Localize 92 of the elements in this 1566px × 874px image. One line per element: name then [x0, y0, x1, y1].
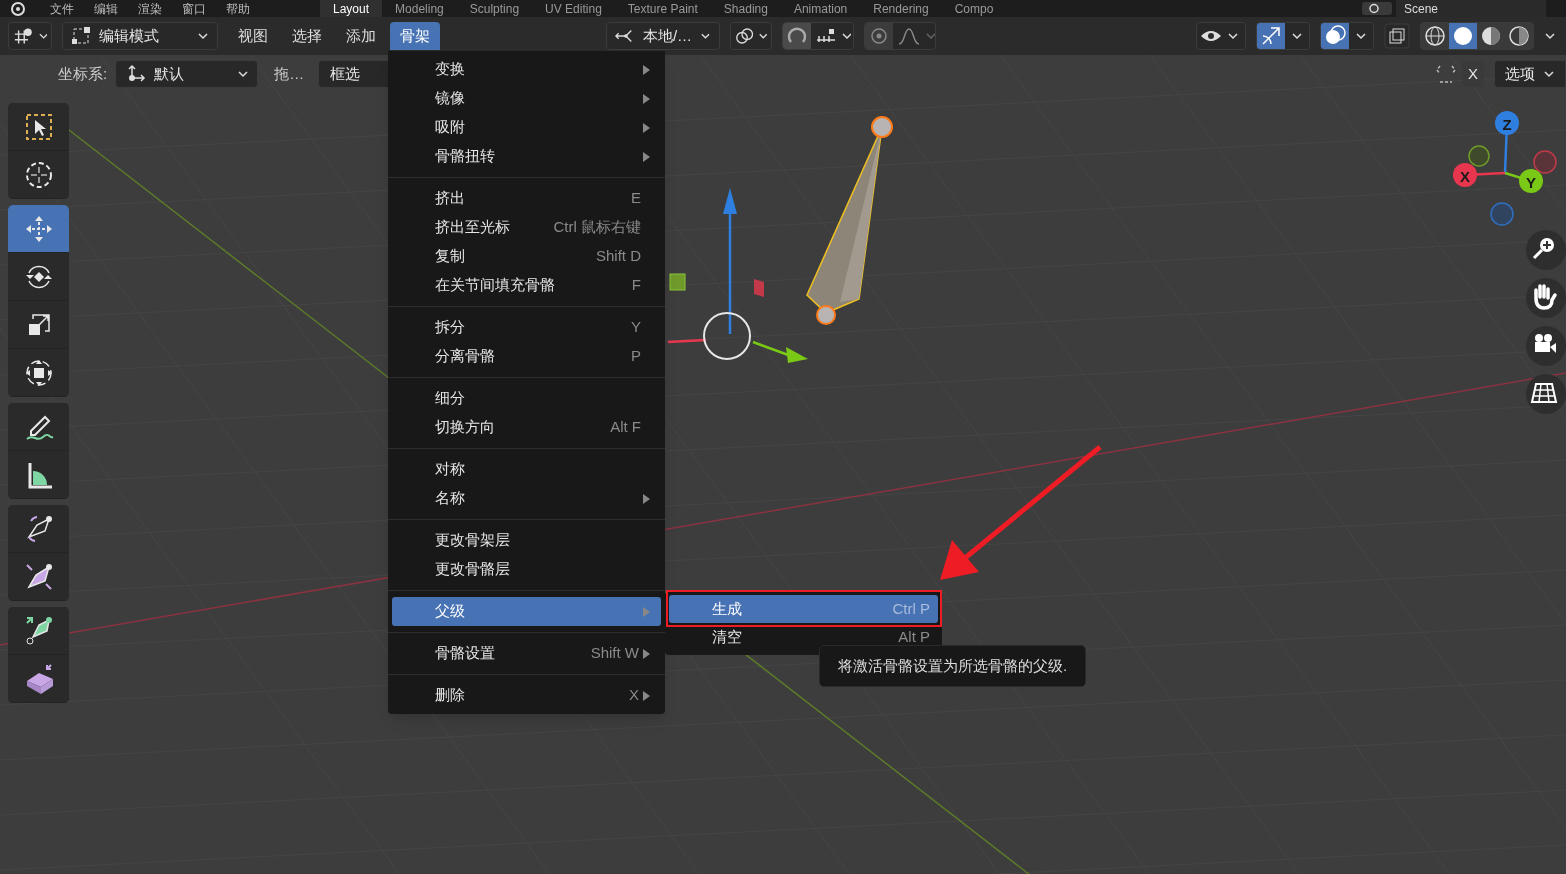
menu-item[interactable]: 挤出 E [392, 184, 661, 213]
editor-type-button[interactable] [8, 22, 52, 50]
menu-item[interactable]: 挤出至光标 Ctrl 鼠标右键 [392, 213, 661, 242]
menu-item[interactable]: 名称 [392, 484, 661, 513]
edit-mode-icon [71, 26, 91, 46]
menu-item[interactable]: 帮助 [216, 0, 260, 18]
axis-dot[interactable] [1453, 163, 1477, 187]
pivot-icon [735, 26, 755, 46]
tool-button[interactable] [8, 505, 69, 553]
axis-label: Y [1526, 174, 1536, 190]
caret-icon [37, 31, 47, 41]
field-label: 坐标系: [58, 63, 108, 84]
header-menu[interactable]: 选择 [282, 22, 332, 50]
menu-item[interactable]: 在关节间填充骨骼 F [392, 271, 661, 300]
axis-dot[interactable] [1519, 169, 1543, 193]
workspace-tab[interactable]: Shading [710, 0, 781, 17]
header-menu[interactable]: 视图 [228, 22, 278, 50]
negative-axis-dot[interactable] [1533, 150, 1557, 174]
tool-button[interactable] [8, 607, 69, 655]
menu-item[interactable]: 骨骼扭转 [392, 142, 661, 171]
caret-icon [841, 31, 851, 41]
menu-item[interactable]: 分离骨骼 P [392, 342, 661, 371]
tooltip: 将激活骨骼设置为所选骨骼的父级. [819, 645, 1087, 687]
workspace-tab[interactable]: Rendering [860, 0, 942, 17]
falloff-curve-icon [897, 26, 921, 46]
visibility-control[interactable] [1196, 22, 1246, 50]
tool-button[interactable] [8, 103, 69, 151]
gizmo-control[interactable] [1256, 22, 1310, 50]
axis-label: Z [1502, 116, 1512, 132]
axis-label: X [1460, 168, 1470, 184]
orientation-dropdown[interactable]: 本地/… [606, 22, 720, 50]
menu-item[interactable]: 编辑 [84, 0, 128, 18]
camera-icon[interactable] [1526, 326, 1566, 366]
menu-item[interactable]: 对称 [392, 455, 661, 484]
coordinate-system-dropdown[interactable]: 默认 [115, 60, 259, 88]
negative-axis-dot[interactable] [1468, 145, 1490, 167]
hand-icon[interactable] [1526, 278, 1566, 318]
menu-item[interactable]: 骨骼设置 Shift W [392, 639, 661, 668]
caret-icon [237, 69, 250, 79]
grid-icon[interactable] [1526, 374, 1566, 414]
eye-icon [1201, 30, 1221, 42]
workspace-tab[interactable]: Modeling [382, 0, 457, 17]
header-menu[interactable]: 添加 [336, 22, 386, 50]
menu-item[interactable]: 窗口 [172, 0, 216, 18]
caret-icon [925, 31, 935, 41]
caret-icon [197, 31, 209, 41]
workspace-tab[interactable]: Sculpting [456, 0, 533, 17]
menu-item[interactable]: 生成 Ctrl P [669, 595, 938, 623]
menu-item[interactable]: 文件 [40, 0, 84, 18]
magnet-icon[interactable] [783, 23, 811, 49]
caret-icon [1543, 69, 1555, 79]
menu-item[interactable]: 切换方向 Alt F [392, 413, 661, 442]
menu-item[interactable]: 更改骨架层 [392, 526, 661, 555]
menu-item[interactable]: 删除 X [392, 681, 661, 710]
pivot-dropdown[interactable] [730, 22, 772, 50]
caret-icon [700, 31, 711, 41]
caret-icon[interactable] [1544, 31, 1558, 41]
menu-item[interactable]: 父级 [392, 597, 661, 626]
workspace-tab[interactable]: Texture Paint [614, 0, 711, 17]
gizmo-icon [1257, 23, 1285, 49]
xray-icon[interactable] [1384, 23, 1410, 49]
menu-item[interactable]: 拆分 Y [392, 313, 661, 342]
menu-item[interactable]: 细分 [392, 384, 661, 413]
field-label: 拖… [274, 63, 305, 84]
proportional-icon[interactable] [865, 23, 893, 49]
scene-selector-icon[interactable] [1362, 2, 1392, 15]
tool-button[interactable] [8, 205, 69, 253]
viewport-icon [13, 26, 34, 46]
menu-item[interactable]: 更改骨骼层 [392, 555, 661, 584]
options-dropdown[interactable]: 选项 [1494, 60, 1566, 88]
proportional-editing-control[interactable] [864, 22, 936, 50]
axis-toggle[interactable]: X [1462, 61, 1484, 87]
snapping-control[interactable] [782, 22, 854, 50]
negative-axis-dot[interactable] [1490, 202, 1514, 226]
shading-mode-icon[interactable] [1449, 23, 1477, 49]
menu-item[interactable]: 复制 Shift D [392, 242, 661, 271]
zoom-icon[interactable] [1526, 230, 1566, 270]
menu-item[interactable]: 渲染 [128, 0, 172, 18]
axis-dot[interactable] [1495, 111, 1519, 135]
workspace-tab[interactable]: Layout [320, 0, 383, 17]
workspace-tab[interactable]: Animation [780, 0, 861, 17]
caret-icon [758, 31, 767, 41]
menu-item[interactable]: 吸附 [392, 113, 661, 142]
scene-field[interactable]: Scene [1396, 0, 1546, 18]
overlay-icon [1321, 23, 1349, 49]
app-logo-icon[interactable] [8, 1, 28, 16]
mode-dropdown[interactable]: 编辑模式 [62, 22, 218, 50]
overlay-control[interactable] [1320, 22, 1374, 50]
header-menu[interactable]: 骨架 [390, 22, 440, 50]
tool-button[interactable] [8, 403, 69, 451]
workspace-tab[interactable]: UV Editing [532, 0, 615, 17]
workspace-tab[interactable]: Compo [941, 0, 1007, 17]
